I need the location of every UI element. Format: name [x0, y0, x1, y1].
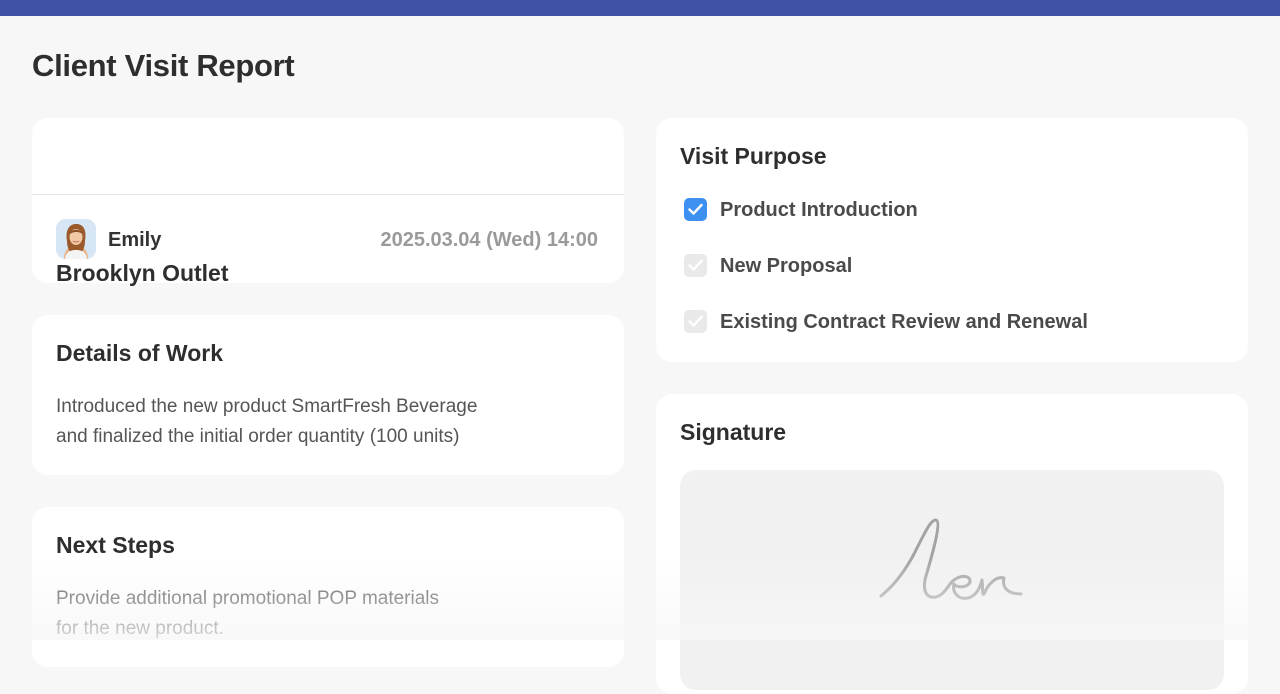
purpose-option-label: Existing Contract Review and Renewal: [720, 311, 1088, 333]
details-line-2: and finalized the initial order quantity…: [56, 426, 460, 447]
details-line-1: Introduced the new product SmartFresh Be…: [56, 396, 478, 417]
divider: [32, 194, 624, 195]
next-steps-line-1: Provide additional promotional POP mater…: [56, 588, 440, 609]
visit-datetime: 2025.03.04 (Wed) 14:00: [380, 229, 598, 251]
user-name: Emily: [108, 229, 162, 251]
checkbox-checked-icon[interactable]: [684, 198, 707, 221]
top-accent-bar: [0, 0, 1280, 16]
signature-drawing: [879, 518, 1023, 600]
outlet-card: Brooklyn Outlet Emily 2025.03.04 (Wed) 1…: [32, 118, 624, 286]
checkbox-unchecked-icon[interactable]: [684, 310, 707, 333]
checkbox-unchecked-icon[interactable]: [684, 254, 707, 277]
page-title: Client Visit Report: [32, 48, 295, 83]
visit-purpose-title: Visit Purpose: [680, 143, 827, 169]
next-steps-text: Provide additional promotional POP mater…: [56, 584, 439, 644]
next-steps-title: Next Steps: [56, 532, 175, 558]
details-title: Details of Work: [56, 340, 223, 366]
signature-card: Signature: [656, 394, 1248, 694]
details-card: Details of Work Introduced the new produ…: [32, 315, 624, 475]
signature-title: Signature: [680, 419, 787, 445]
purpose-option-label: Product Introduction: [720, 199, 918, 221]
purpose-option-label: New Proposal: [720, 255, 853, 277]
outlet-name: Brooklyn Outlet: [56, 260, 229, 286]
signature-pad[interactable]: [680, 470, 1224, 690]
details-text: Introduced the new product SmartFresh Be…: [56, 392, 477, 452]
visit-purpose-card: Visit Purpose Product Introduction New P…: [656, 118, 1248, 362]
avatar: [56, 219, 96, 259]
next-steps-card: Next Steps Provide additional promotiona…: [32, 507, 624, 667]
